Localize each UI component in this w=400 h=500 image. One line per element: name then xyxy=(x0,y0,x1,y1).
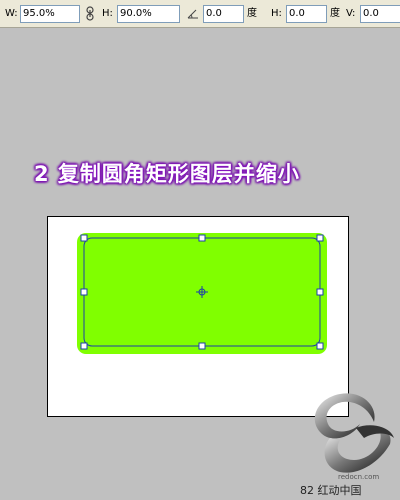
handle-top-center[interactable] xyxy=(198,234,206,242)
handle-top-left[interactable] xyxy=(80,234,88,242)
handle-bottom-left[interactable] xyxy=(80,342,88,350)
handle-bottom-right[interactable] xyxy=(316,342,324,350)
handle-middle-right[interactable] xyxy=(316,288,324,296)
handle-middle-left[interactable] xyxy=(80,288,88,296)
watermark-text: 82 红动中国 xyxy=(300,484,362,497)
watermark-url: redocn.com xyxy=(338,473,380,481)
handle-top-right[interactable] xyxy=(316,234,324,242)
handle-bottom-center[interactable] xyxy=(198,342,206,350)
